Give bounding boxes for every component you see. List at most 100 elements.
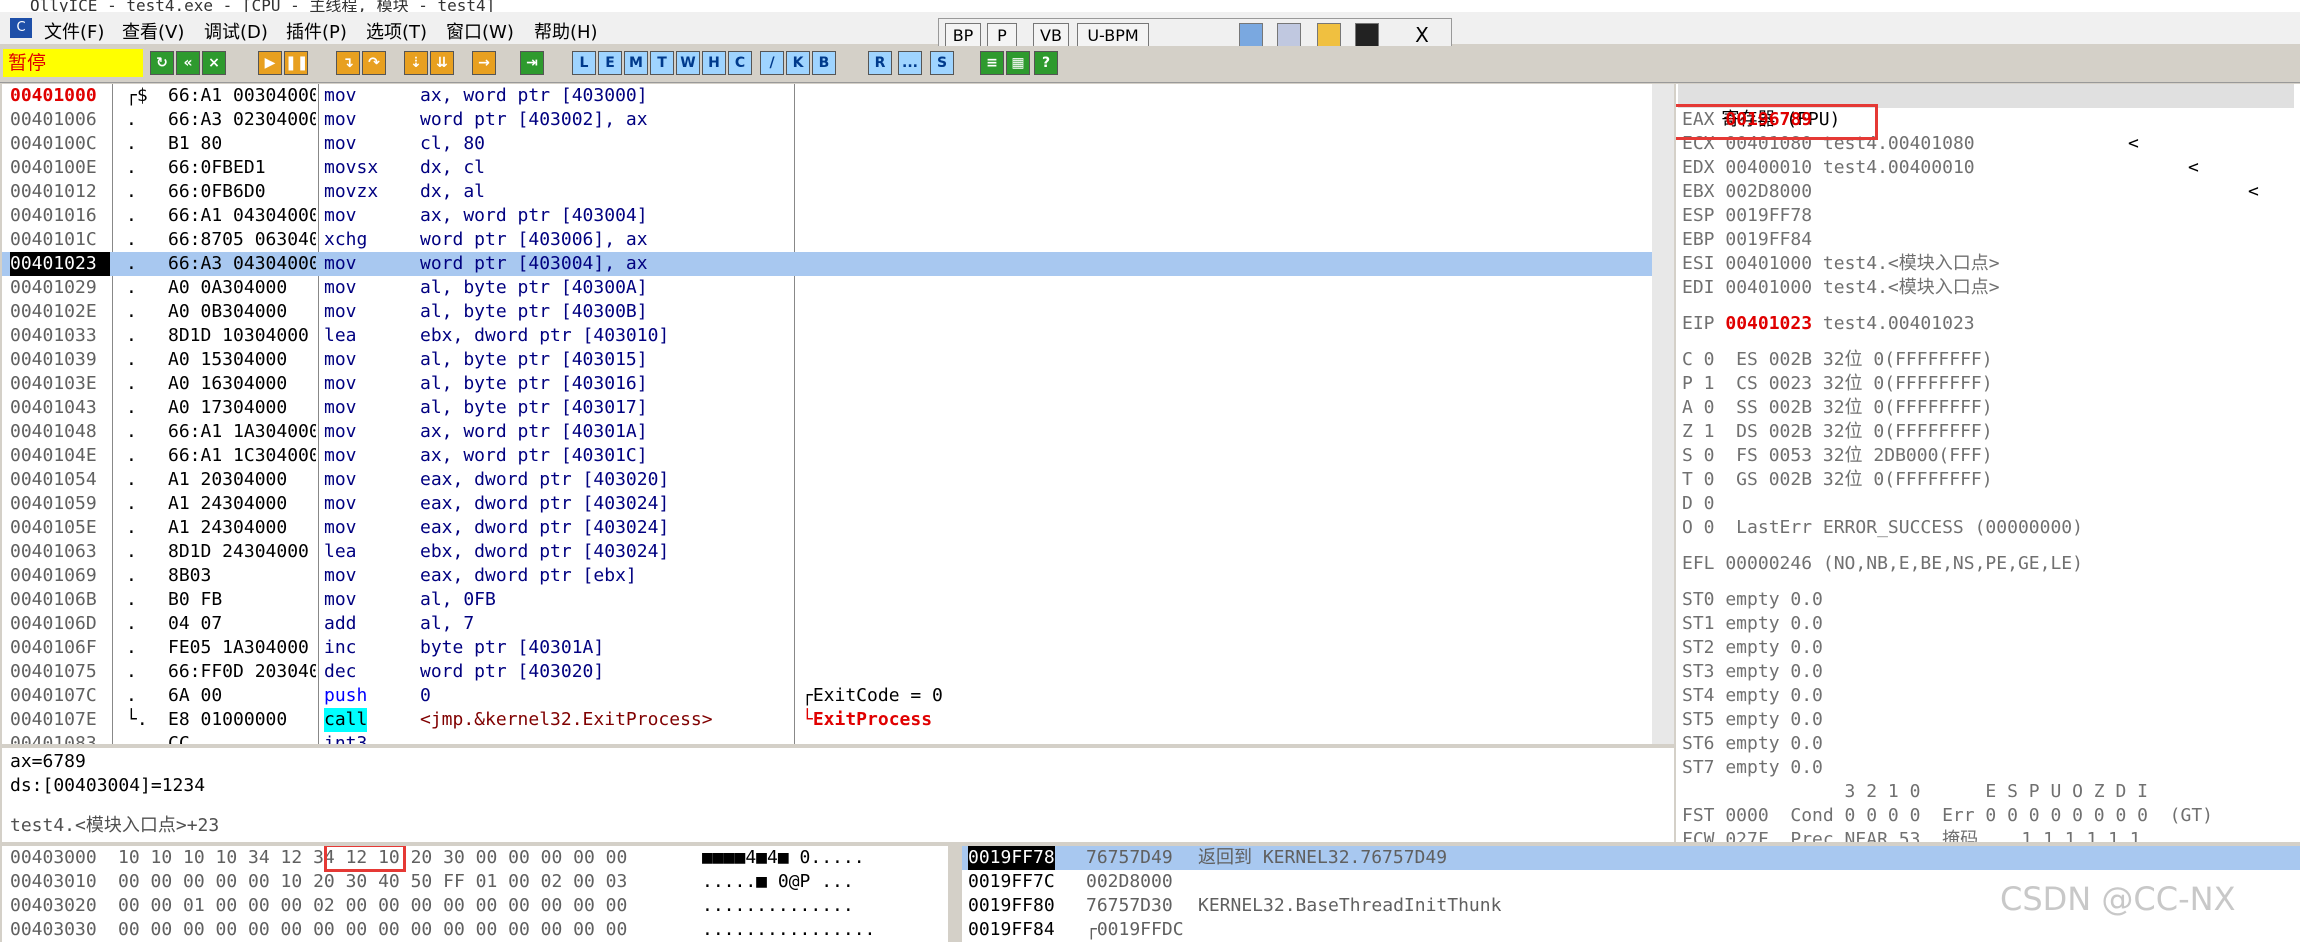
address-cell[interactable]: 0040101C: [10, 228, 110, 252]
registers-pane[interactable]: 寄存器 (FPU) < < < EAX 00196789 ECX 00401080…: [1676, 84, 2300, 842]
address-cell[interactable]: 0019FF7C: [968, 870, 1055, 894]
step-over-icon[interactable]: ↷: [362, 51, 386, 75]
address-cell[interactable]: 0040106F: [10, 636, 110, 660]
table-row[interactable]: 00401075. 66:FF0D 2030400 dec word ptr [403…: [2, 660, 1652, 684]
address-cell[interactable]: 00403020: [10, 894, 97, 918]
address-cell[interactable]: 0040106D: [10, 612, 110, 636]
address-cell[interactable]: 0019FF84: [968, 918, 1055, 942]
help-icon[interactable]: ?: [1034, 51, 1058, 75]
register-row[interactable]: EDX 00400010 test4.00400010: [1682, 156, 1975, 180]
address-cell[interactable]: 0019FF78: [968, 846, 1055, 870]
segment-row[interactable]: O 0 LastErr ERROR_SUCCESS (00000000): [1682, 516, 2083, 540]
disassembly-scrollbar[interactable]: [1652, 84, 1674, 744]
table-row[interactable]: 00401006. 66:A3 02304000 mov word ptr [4030…: [2, 108, 1652, 132]
toolbar-letter-k[interactable]: K: [786, 51, 810, 75]
register-value[interactable]: 00401000: [1725, 253, 1812, 274]
toolbar-letter-b[interactable]: B: [812, 51, 836, 75]
toolbar-letter-r[interactable]: R: [868, 51, 892, 75]
toolbar-letter-m[interactable]: M: [624, 51, 648, 75]
menu-file[interactable]: 文件(F): [44, 18, 104, 44]
register-value[interactable]: 002D8000: [1725, 181, 1812, 202]
table-row[interactable]: 0040106F. FE05 1A304000 inc byte ptr [40301…: [2, 636, 1652, 660]
fst-row[interactable]: FST 0000 Cond 0 0 0 0 Err 0 0 0 0 0 0 0 …: [1682, 804, 2213, 828]
address-cell[interactable]: 00401016: [10, 204, 110, 228]
address-cell[interactable]: 00401063: [10, 540, 110, 564]
address-cell[interactable]: 00403000: [10, 846, 97, 870]
table-row[interactable]: 00401000 ┌$ 66:A1 00304000 mov ax, word ptr …: [2, 84, 1652, 108]
app-icon[interactable]: C: [10, 18, 32, 38]
toolbar-letter-t[interactable]: T: [650, 51, 674, 75]
register-row[interactable]: ESI 00401000 test4.<模块入口点>: [1682, 252, 2000, 276]
table-row[interactable]: 0040107C. 6A 00 push 0 ┌ExitCode = 0: [2, 684, 1652, 708]
register-value[interactable]: 0019FF78: [1725, 205, 1812, 226]
table-row[interactable]: 00401033. 8D1D 10304000 lea ebx, dword ptr …: [2, 324, 1652, 348]
address-cell[interactable]: 00401006: [10, 108, 110, 132]
trace-into-icon[interactable]: ⇣: [404, 51, 428, 75]
segment-row[interactable]: D 0: [1682, 492, 1715, 516]
address-cell[interactable]: 00401048: [10, 420, 110, 444]
fpu-row[interactable]: ST4 empty 0.0: [1682, 684, 1823, 708]
register-row[interactable]: EDI 00401000 test4.<模块入口点>: [1682, 276, 2000, 300]
list-icon[interactable]: ≡: [980, 51, 1004, 75]
step-into-icon[interactable]: ↴: [336, 51, 360, 75]
fpu-row[interactable]: ST2 empty 0.0: [1682, 636, 1823, 660]
toolbar-letter-c[interactable]: C: [728, 51, 752, 75]
fpu-row[interactable]: ST5 empty 0.0: [1682, 708, 1823, 732]
toolbar-letter-s[interactable]: S: [930, 51, 954, 75]
menu-help[interactable]: 帮助(H): [534, 18, 598, 44]
address-cell[interactable]: 00401083: [10, 732, 110, 744]
address-cell[interactable]: 0040102E: [10, 300, 110, 324]
hex-bytes[interactable]: 00 00 00 00 00 00 00 00 00 00 00 00 00 0…: [118, 918, 627, 942]
address-cell[interactable]: 00401012: [10, 180, 110, 204]
segment-row[interactable]: A 0 SS 002B 32位 0(FFFFFFFF): [1682, 396, 1993, 420]
address-cell[interactable]: 00401069: [10, 564, 110, 588]
table-row[interactable]: 00401069. 8B03 mov eax, dword ptr [ebx]: [2, 564, 1652, 588]
table-row[interactable]: 00401023. 66:A3 04304000 mov word ptr [4030…: [2, 252, 1652, 276]
segment-row[interactable]: T 0 GS 002B 32位 0(FFFFFFFF): [1682, 468, 1993, 492]
table-row[interactable]: 0040104E. 66:A1 1C304000 mov ax, word ptr […: [2, 444, 1652, 468]
toolbar-letter-l[interactable]: L: [572, 51, 596, 75]
table-row[interactable]: 0040102E. A0 0B304000 mov al, byte ptr [403…: [2, 300, 1652, 324]
address-cell[interactable]: 0040107C: [10, 684, 110, 708]
fpu-row[interactable]: ST6 empty 0.0: [1682, 732, 1823, 756]
segment-row[interactable]: S 0 FS 0053 32位 2DB000(FFF): [1682, 444, 1993, 468]
table-row[interactable]: 00401016. 66:A1 04304000 mov ax, word ptr […: [2, 204, 1652, 228]
register-value[interactable]: 00401023: [1725, 313, 1812, 334]
address-cell[interactable]: 0040106B: [10, 588, 110, 612]
address-cell[interactable]: 0040100C: [10, 132, 110, 156]
fpu-row[interactable]: ST1 empty 0.0: [1682, 612, 1823, 636]
table-row[interactable]: 00401048. 66:A1 1A304000 mov ax, word ptr […: [2, 420, 1652, 444]
menu-options[interactable]: 选项(T): [366, 18, 427, 44]
table-row[interactable]: 00401063. 8D1D 24304000 lea ebx, dword ptr …: [2, 540, 1652, 564]
address-cell[interactable]: 00401054: [10, 468, 110, 492]
address-cell[interactable]: 00401000: [10, 84, 110, 108]
register-value[interactable]: 0019FF84: [1725, 229, 1812, 250]
close-icon[interactable]: X: [1409, 23, 1435, 47]
address-cell[interactable]: 0040103E: [10, 372, 110, 396]
toolbar-letter-w[interactable]: W: [676, 51, 700, 75]
address-cell[interactable]: 00401059: [10, 492, 110, 516]
table-row[interactable]: 00401039. A0 15304000 mov al, byte ptr [403…: [2, 348, 1652, 372]
address-cell[interactable]: 00403010: [10, 870, 97, 894]
table-row[interactable]: 00401083 CC int3: [2, 732, 1652, 744]
table-row[interactable]: 00401043. A0 17304000 mov al, byte ptr [403…: [2, 396, 1652, 420]
toolbar-letter-e[interactable]: E: [598, 51, 622, 75]
register-row[interactable]: EBX 002D8000: [1682, 180, 1812, 204]
pause-icon[interactable]: ❚❚: [284, 51, 308, 75]
toolbar-letter-dots[interactable]: ...: [898, 51, 922, 75]
menu-view[interactable]: 查看(V): [122, 18, 184, 44]
stack-value[interactable]: 002D8000: [1086, 870, 1173, 894]
table-row[interactable]: 0019FF78 76757D49 返回到 KERNEL32.76757D49: [962, 846, 2300, 870]
address-cell[interactable]: 00401075: [10, 660, 110, 684]
segment-row[interactable]: C 0 ES 002B 32位 0(FFFFFFFF): [1682, 348, 1993, 372]
address-cell[interactable]: 00401023: [10, 252, 110, 276]
fpu-row[interactable]: ST3 empty 0.0: [1682, 660, 1823, 684]
menu-plugins[interactable]: 插件(P): [286, 18, 347, 44]
execute-till-return-icon[interactable]: →: [472, 51, 496, 75]
table-row[interactable]: 00401029. A0 0A304000 mov al, byte ptr [403…: [2, 276, 1652, 300]
table-row[interactable]: 0040106D. 04 07 add al, 7: [2, 612, 1652, 636]
register-row[interactable]: EBP 0019FF84: [1682, 228, 1812, 252]
segment-row[interactable]: P 1 CS 0023 32位 0(FFFFFFFF): [1682, 372, 1993, 396]
run-icon[interactable]: ▶: [258, 51, 282, 75]
efl-row[interactable]: EFL 00000246 (NO,NB,E,BE,NS,PE,GE,LE): [1682, 552, 2083, 576]
